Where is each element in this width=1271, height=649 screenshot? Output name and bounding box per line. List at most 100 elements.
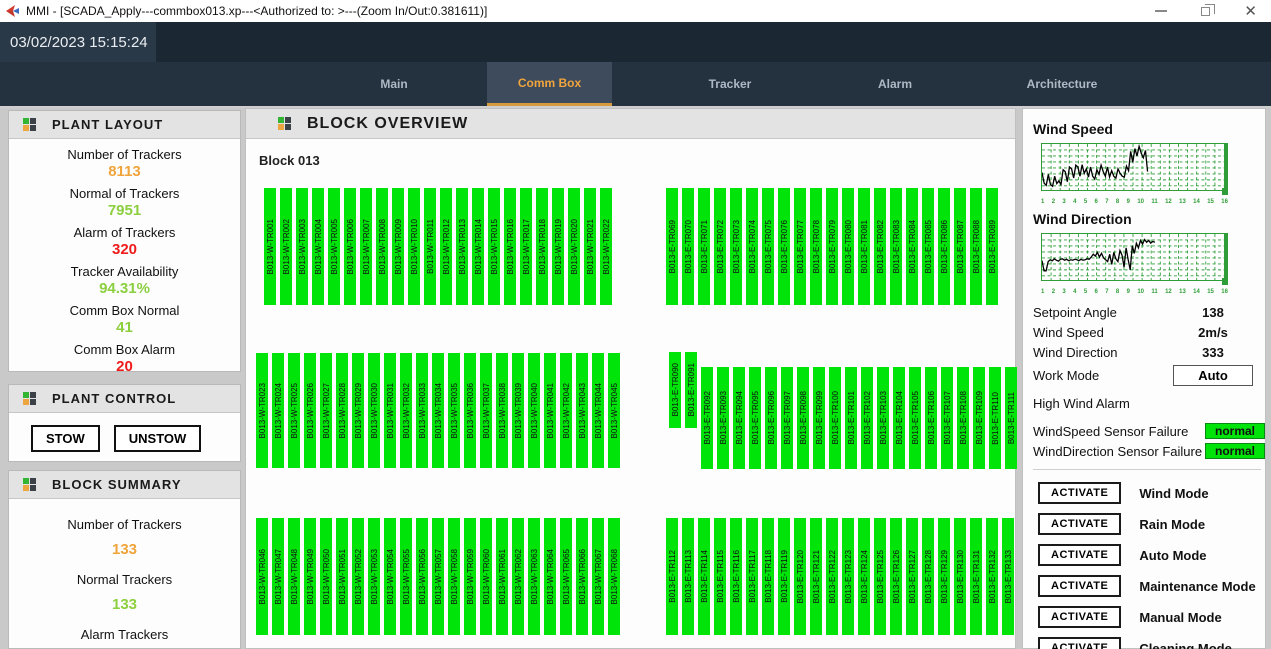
tracker-bar[interactable]: B013-W-TR020 (568, 188, 580, 305)
tracker-bar[interactable]: B013-W-TR046 (256, 518, 268, 635)
tracker-bar[interactable]: B013-W-TR005 (328, 188, 340, 305)
tracker-bar[interactable]: B013-W-TR048 (288, 518, 300, 635)
tracker-bar[interactable]: B013-E-TR086 (938, 188, 950, 305)
tracker-bar[interactable]: B013-E-TR122 (826, 518, 838, 635)
tracker-bar[interactable]: B013-W-TR015 (488, 188, 500, 305)
unstow-button[interactable]: UNSTOW (114, 425, 202, 452)
tracker-bar[interactable]: B013-W-TR036 (464, 353, 476, 468)
tracker-bar[interactable]: B013-W-TR038 (496, 353, 508, 468)
tracker-bar[interactable]: B013-W-TR025 (288, 353, 300, 468)
work-mode-value[interactable]: Auto (1173, 365, 1253, 386)
tracker-bar[interactable]: B013-W-TR045 (608, 353, 620, 468)
tracker-bar[interactable]: B013-W-TR064 (544, 518, 556, 635)
tab-architecture[interactable]: Architecture (1002, 62, 1122, 106)
tracker-bar[interactable]: B013-E-TR084 (906, 188, 918, 305)
tracker-bar[interactable]: B013-E-TR090 (669, 352, 681, 428)
tracker-bar[interactable]: B013-E-TR082 (874, 188, 886, 305)
tracker-bar[interactable]: B013-E-TR083 (890, 188, 902, 305)
tracker-bar[interactable]: B013-W-TR065 (560, 518, 572, 635)
tracker-bar[interactable]: B013-E-TR070 (682, 188, 694, 305)
tracker-bar[interactable]: B013-W-TR067 (592, 518, 604, 635)
tracker-bar[interactable]: B013-E-TR073 (730, 188, 742, 305)
tracker-bar[interactable]: B013-E-TR121 (810, 518, 822, 635)
tracker-bar[interactable]: B013-W-TR034 (432, 353, 444, 468)
tracker-bar[interactable]: B013-E-TR091 (685, 352, 697, 428)
tracker-bar[interactable]: B013-E-TR077 (794, 188, 806, 305)
tracker-bar[interactable]: B013-W-TR063 (528, 518, 540, 635)
tracker-bar[interactable]: B013-W-TR029 (352, 353, 364, 468)
activate-cleaning-mode-button[interactable]: ACTIVATE (1038, 637, 1121, 649)
tracker-bar[interactable]: B013-E-TR074 (746, 188, 758, 305)
restore-icon[interactable] (1201, 7, 1210, 16)
tracker-bar[interactable]: B013-E-TR117 (746, 518, 758, 635)
tracker-bar[interactable]: B013-W-TR060 (480, 518, 492, 635)
tracker-bar[interactable]: B013-E-TR081 (858, 188, 870, 305)
tracker-bar[interactable]: B013-W-TR044 (592, 353, 604, 468)
tracker-bar[interactable]: B013-E-TR099 (813, 367, 825, 469)
activate-rain-mode-button[interactable]: ACTIVATE (1038, 513, 1121, 535)
tracker-bar[interactable]: B013-E-TR106 (925, 367, 937, 469)
tracker-bar[interactable]: B013-W-TR009 (392, 188, 404, 305)
tracker-bar[interactable]: B013-E-TR125 (874, 518, 886, 635)
tracker-bar[interactable]: B013-W-TR054 (384, 518, 396, 635)
tracker-bar[interactable]: B013-W-TR027 (320, 353, 332, 468)
tracker-bar[interactable]: B013-W-TR035 (448, 353, 460, 468)
tracker-bar[interactable]: B013-E-TR087 (954, 188, 966, 305)
tracker-bar[interactable]: B013-E-TR118 (762, 518, 774, 635)
minimize-icon[interactable] (1155, 10, 1167, 12)
tracker-bar[interactable]: B013-W-TR037 (480, 353, 492, 468)
tracker-bar[interactable]: B013-W-TR006 (344, 188, 356, 305)
tracker-bar[interactable]: B013-E-TR127 (906, 518, 918, 635)
stow-button[interactable]: STOW (31, 425, 100, 452)
tracker-bar[interactable]: B013-E-TR104 (893, 367, 905, 469)
tracker-bar[interactable]: B013-W-TR032 (400, 353, 412, 468)
tab-tracker[interactable]: Tracker (670, 62, 790, 106)
tab-comm-box[interactable]: Comm Box (487, 62, 612, 106)
tracker-bar[interactable]: B013-E-TR129 (938, 518, 950, 635)
tracker-bar[interactable]: B013-W-TR023 (256, 353, 268, 468)
tab-main[interactable]: Main (334, 62, 454, 106)
tracker-bar[interactable]: B013-E-TR111 (1005, 367, 1017, 469)
tracker-bar[interactable]: B013-W-TR058 (448, 518, 460, 635)
tracker-bar[interactable]: B013-E-TR133 (1002, 518, 1014, 635)
tracker-bar[interactable]: B013-W-TR059 (464, 518, 476, 635)
tracker-bar[interactable]: B013-W-TR041 (544, 353, 556, 468)
tracker-bar[interactable]: B013-E-TR123 (842, 518, 854, 635)
tracker-bar[interactable]: B013-E-TR112 (666, 518, 678, 635)
tracker-bar[interactable]: B013-E-TR094 (733, 367, 745, 469)
tracker-bar[interactable]: B013-W-TR014 (472, 188, 484, 305)
tracker-bar[interactable]: B013-W-TR039 (512, 353, 524, 468)
tracker-bar[interactable]: B013-E-TR124 (858, 518, 870, 635)
tracker-bar[interactable]: B013-E-TR097 (781, 367, 793, 469)
tracker-bar[interactable]: B013-E-TR075 (762, 188, 774, 305)
tracker-bar[interactable]: B013-W-TR033 (416, 353, 428, 468)
tracker-bar[interactable]: B013-E-TR085 (922, 188, 934, 305)
tracker-bar[interactable]: B013-E-TR108 (957, 367, 969, 469)
activate-auto-mode-button[interactable]: ACTIVATE (1038, 544, 1121, 566)
tracker-bar[interactable]: B013-W-TR012 (440, 188, 452, 305)
tracker-bar[interactable]: B013-E-TR131 (970, 518, 982, 635)
tracker-bar[interactable]: B013-E-TR069 (666, 188, 678, 305)
tracker-bar[interactable]: B013-W-TR066 (576, 518, 588, 635)
tracker-bar[interactable]: B013-W-TR016 (504, 188, 516, 305)
tracker-bar[interactable]: B013-W-TR022 (600, 188, 612, 305)
tracker-bar[interactable]: B013-W-TR017 (520, 188, 532, 305)
tracker-bar[interactable]: B013-W-TR040 (528, 353, 540, 468)
tracker-bar[interactable]: B013-W-TR042 (560, 353, 572, 468)
tracker-bar[interactable]: B013-E-TR105 (909, 367, 921, 469)
tracker-bar[interactable]: B013-W-TR019 (552, 188, 564, 305)
tracker-bar[interactable]: B013-W-TR043 (576, 353, 588, 468)
tracker-bar[interactable]: B013-W-TR031 (384, 353, 396, 468)
tracker-bar[interactable]: B013-E-TR102 (861, 367, 873, 469)
tracker-bar[interactable]: B013-E-TR071 (698, 188, 710, 305)
tracker-bar[interactable]: B013-W-TR007 (360, 188, 372, 305)
tracker-bar[interactable]: B013-W-TR068 (608, 518, 620, 635)
tracker-bar[interactable]: B013-W-TR002 (280, 188, 292, 305)
tracker-bar[interactable]: B013-E-TR096 (765, 367, 777, 469)
tracker-bar[interactable]: B013-W-TR008 (376, 188, 388, 305)
tracker-bar[interactable]: B013-E-TR119 (778, 518, 790, 635)
tracker-bar[interactable]: B013-W-TR030 (368, 353, 380, 468)
tracker-bar[interactable]: B013-E-TR078 (810, 188, 822, 305)
tracker-bar[interactable]: B013-E-TR080 (842, 188, 854, 305)
tracker-bar[interactable]: B013-W-TR056 (416, 518, 428, 635)
